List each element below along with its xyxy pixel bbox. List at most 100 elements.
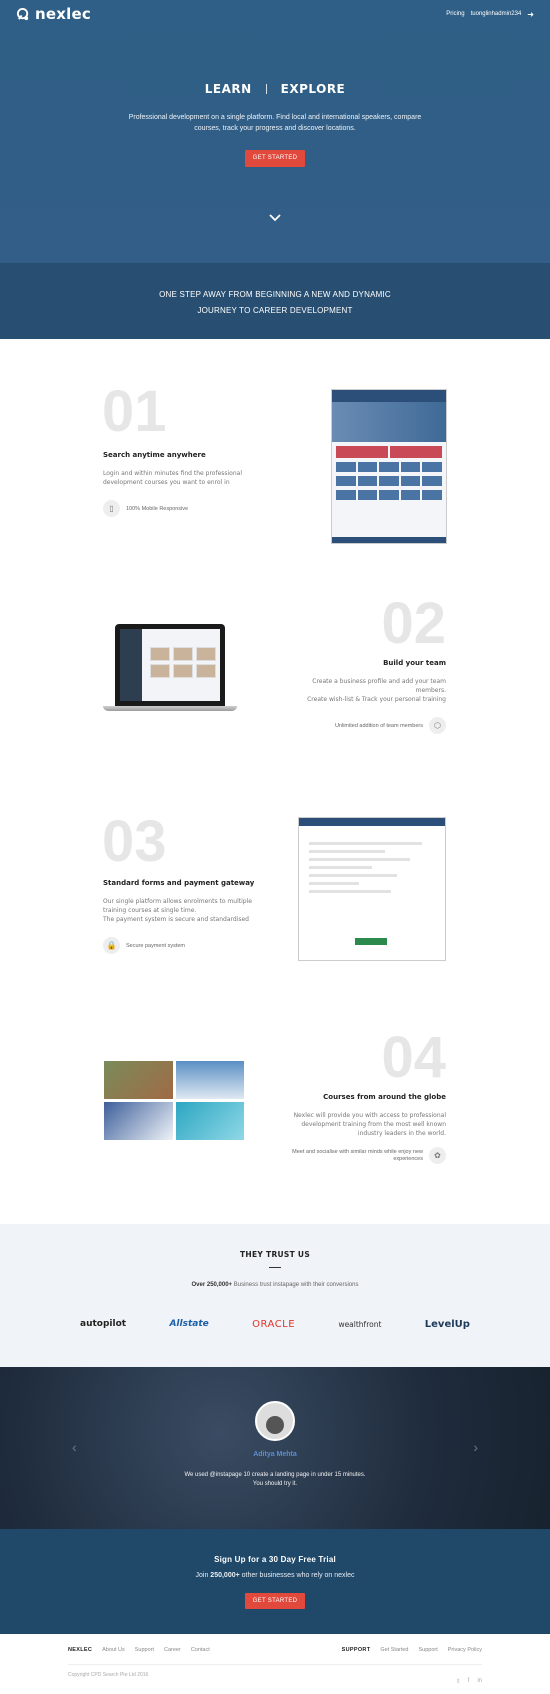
checkout-payment-button bbox=[355, 938, 387, 945]
hero-title-divider bbox=[265, 84, 267, 94]
team-icon: ⬡ bbox=[429, 717, 446, 734]
laptop-screen-content bbox=[120, 629, 220, 701]
feature-2-desc-line-1: Create a business profile and add your t… bbox=[312, 678, 446, 694]
photo-cruise-ship bbox=[175, 1061, 244, 1099]
testimonial-name: Aditya Mehta bbox=[253, 1451, 297, 1458]
laptop-screen bbox=[115, 624, 225, 706]
footer-nav: NEXLEC About Us Support Career Contact S… bbox=[68, 1647, 482, 1653]
photo-skiing bbox=[104, 1102, 173, 1140]
footer-link-privacy[interactable]: Privacy Policy bbox=[448, 1647, 482, 1653]
logo-wealthfront: wealthfront bbox=[338, 1319, 382, 1329]
logo-oracle: ORACLE bbox=[252, 1318, 296, 1330]
footer-nexlec-heading: NEXLEC bbox=[68, 1647, 93, 1653]
tagline-line-1: ONE STEP AWAY FROM BEGINNING A NEW AND D… bbox=[159, 290, 391, 299]
feature-4-number: 04 bbox=[381, 1025, 446, 1090]
feature-2-desc-line-2: Create wish-list & Track your personal t… bbox=[307, 696, 446, 703]
tagline-line-2: JOURNEY TO CAREER DEVELOPMENT bbox=[197, 306, 353, 315]
twitter-icon[interactable]: 𝕥 bbox=[457, 1678, 460, 1685]
footer-link-support[interactable]: Support bbox=[135, 1647, 154, 1653]
feature-1-note-text: 100% Mobile Responsive bbox=[126, 505, 189, 512]
footer-divider bbox=[68, 1664, 482, 1665]
footer-support-heading: SUPPORT bbox=[341, 1647, 371, 1653]
screenshot-hero bbox=[332, 402, 446, 442]
testimonial-section: ‹ › Aditya Mehta We used @instapage 10 c… bbox=[0, 1367, 550, 1529]
feature-2-desc: Create a business profile and add your t… bbox=[286, 677, 446, 704]
footer-link-get-started[interactable]: Get Started bbox=[380, 1647, 408, 1653]
facebook-icon[interactable]: f bbox=[468, 1678, 470, 1685]
nexlec-logo-icon bbox=[16, 7, 29, 20]
signup-count: 250,000+ bbox=[210, 1572, 240, 1579]
hero-title-learn: LEARN bbox=[204, 82, 252, 96]
feature-4-note: Meet and socialise with similar minds wh… bbox=[276, 1147, 446, 1164]
logo-levelup: LevelUp bbox=[424, 1318, 470, 1330]
photo-island-resort bbox=[175, 1102, 244, 1140]
feature-3-desc-line-1: Our single platform allows enrolments to… bbox=[103, 898, 252, 914]
signup-text: Join 250,000+ other businesses who rely … bbox=[0, 1572, 550, 1579]
screenshot-row bbox=[336, 476, 442, 486]
feature-3-note-text: Secure payment system bbox=[126, 942, 185, 949]
feature-3-desc-line-2: The payment system is secure and standar… bbox=[103, 916, 249, 923]
hero-title: LEARN EXPLORE bbox=[0, 82, 550, 96]
feature-1-number: 01 bbox=[102, 379, 167, 444]
checkout-form-lines bbox=[309, 842, 435, 898]
feature-2-number: 02 bbox=[381, 591, 446, 656]
testimonial-avatar bbox=[255, 1401, 295, 1441]
logout-icon[interactable]: ➜ bbox=[527, 10, 534, 19]
feature-3-number: 03 bbox=[102, 809, 167, 874]
feature-1-screenshot bbox=[331, 389, 447, 544]
signup-text-post: other businesses who rely on nexlec bbox=[241, 1572, 355, 1579]
feature-3-title: Standard forms and payment gateway bbox=[103, 879, 255, 887]
feature-4-desc: Nexlec will provide you with access to p… bbox=[293, 1112, 446, 1137]
footer-copyright: Copyright CPD Search Pte Ltd 2016 bbox=[68, 1672, 149, 1678]
feature-4-photo-grid bbox=[104, 1061, 244, 1140]
linkedin-icon[interactable]: in bbox=[477, 1678, 482, 1685]
feature-2-title: Build your team bbox=[383, 659, 446, 667]
signup-get-started-button[interactable]: GET STARTED bbox=[245, 1593, 305, 1609]
laptop-member-grid bbox=[150, 647, 216, 678]
feature-2-note: Unlimited addition of team members ⬡ bbox=[335, 717, 446, 734]
testimonial-quote: We used @instapage 10 create a landing p… bbox=[184, 1472, 366, 1487]
trust-divider bbox=[269, 1267, 281, 1268]
footer-link-contact[interactable]: Contact bbox=[191, 1647, 210, 1653]
mobile-icon: ▯ bbox=[103, 500, 120, 517]
hero-subtitle: Professional development on a single pla… bbox=[128, 114, 422, 132]
nav-pricing-link[interactable]: Pricing bbox=[446, 11, 464, 17]
footer-link-career[interactable]: Career bbox=[164, 1647, 181, 1653]
feature-3-checkout-screenshot bbox=[298, 817, 446, 961]
checkout-header bbox=[299, 818, 445, 826]
trust-title: THEY TRUST US bbox=[239, 1250, 311, 1259]
feature-2-note-text: Unlimited addition of team members bbox=[334, 722, 423, 729]
screenshot-row bbox=[336, 462, 442, 472]
logo-allstate: Allstate bbox=[169, 1319, 209, 1329]
trust-count: Over 250,000+ bbox=[191, 1282, 233, 1288]
hero-section: nexlec Pricing tuonglinhadmin234 ➜ LEARN… bbox=[0, 0, 550, 263]
footer-link-about[interactable]: About Us bbox=[102, 1647, 125, 1653]
feature-3-desc: Our single platform allows enrolments to… bbox=[103, 897, 253, 924]
screenshot-footer bbox=[332, 537, 446, 543]
brand-name: nexlec bbox=[35, 5, 91, 23]
logo-autopilot: autopilot bbox=[80, 1319, 127, 1329]
trust-section: THEY TRUST US Over 250,000+ Business tru… bbox=[0, 1224, 550, 1367]
screenshot-row bbox=[336, 490, 442, 500]
hero-get-started-button[interactable]: GET STARTED bbox=[245, 150, 305, 167]
scroll-down-chevron-icon[interactable] bbox=[268, 213, 282, 223]
signup-text-pre: Join bbox=[195, 1572, 209, 1579]
top-bar: nexlec Pricing tuonglinhadmin234 ➜ bbox=[0, 0, 550, 28]
screenshot-header bbox=[332, 390, 446, 402]
footer-link-support-2[interactable]: Support bbox=[419, 1647, 438, 1653]
laptop-base bbox=[103, 706, 237, 711]
footer-left-group: NEXLEC About Us Support Career Contact bbox=[68, 1647, 210, 1653]
feature-3-note: 🔒 Secure payment system bbox=[103, 937, 185, 954]
hero-title-explore: EXPLORE bbox=[280, 82, 346, 96]
trust-text-body: Business trust instapage with their conv… bbox=[233, 1282, 359, 1288]
globe-icon: ✿ bbox=[429, 1147, 446, 1164]
lock-icon: 🔒 bbox=[103, 937, 120, 954]
nav-user-link[interactable]: tuonglinhadmin234 bbox=[471, 11, 522, 17]
brand-logo[interactable]: nexlec bbox=[16, 5, 91, 23]
screenshot-row bbox=[336, 446, 442, 458]
photo-great-wall bbox=[104, 1061, 173, 1099]
footer-right-group: SUPPORT Get Started Support Privacy Poli… bbox=[342, 1647, 482, 1653]
top-nav: Pricing tuonglinhadmin234 ➜ bbox=[446, 10, 534, 19]
feature-1-title: Search anytime anywhere bbox=[103, 451, 206, 459]
feature-1-desc: Login and within minutes find the profes… bbox=[103, 470, 242, 486]
